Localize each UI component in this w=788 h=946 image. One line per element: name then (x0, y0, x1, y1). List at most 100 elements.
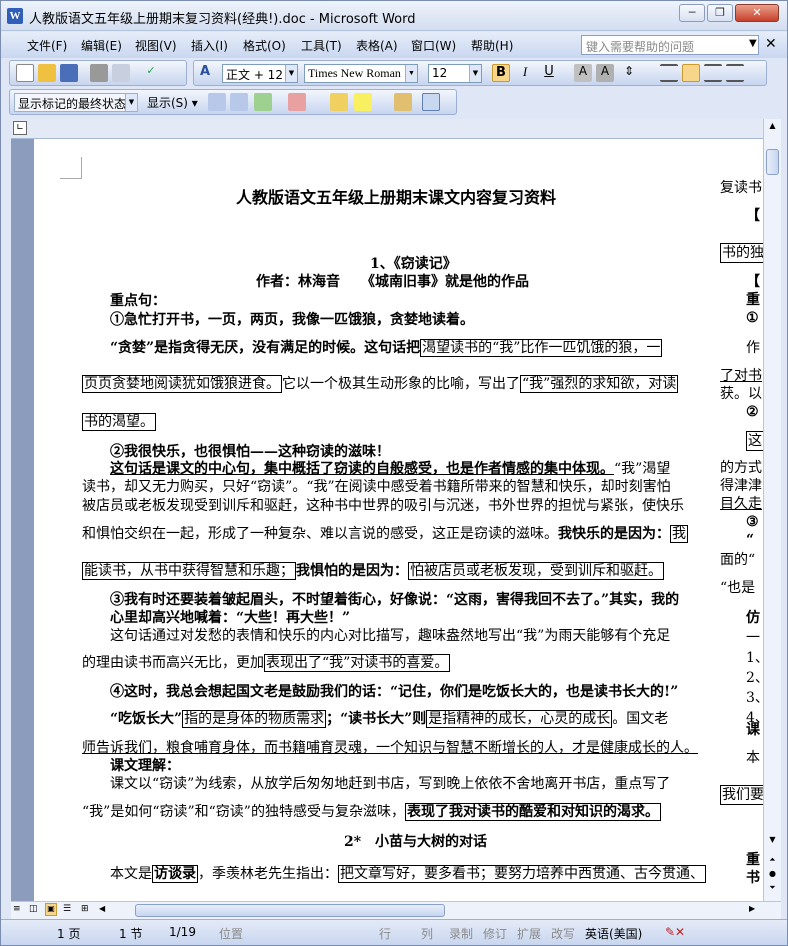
close-button[interactable]: ✕ (735, 4, 779, 22)
margin-corner-mark (60, 157, 82, 179)
underline-button[interactable]: U (540, 64, 558, 82)
show-menu-button[interactable]: 显示(S) ▾ (144, 93, 198, 112)
font-select[interactable]: Times New Roman ▼ (304, 64, 418, 83)
status-track-changes[interactable]: 修订 (483, 925, 507, 942)
para2-line5: 能读书，从书中获得智慧和乐趣； 我惧怕的是因为： 怕被店员或老板发现，受到训斥和驱赶… (82, 562, 664, 580)
key-sentences-label: 重点句： (110, 293, 166, 309)
lesson1-author: 作者：林海音 《城南旧事》就是他的作品 (256, 274, 529, 290)
page2-line: 目久走 (720, 496, 762, 512)
formatting-toolbar: A 正文 + 12 磅 ▼ Times New Roman ▼ 12 ▼ B I U … (193, 60, 767, 86)
horizontal-scrollbar[interactable]: ≡ ◫ ▣ ☰ ⊞ ◀ ▶ (11, 901, 781, 919)
status-line: 行 (379, 927, 392, 941)
chevron-down-icon: ▼ (285, 65, 297, 82)
para1-line1: “贪婪”是指贪得无厌，没有满足的时候。这句话把 渴望读书的“我”比作一匹饥饿的狼，… (110, 339, 663, 357)
page2-line: 复读书 (720, 180, 762, 196)
track-changes-icon[interactable] (394, 93, 412, 111)
char-border-icon[interactable]: A (574, 64, 592, 82)
understanding-label: 课文理解： (110, 758, 180, 774)
spelling-icon[interactable]: ✓ (142, 64, 160, 82)
reject-change-icon[interactable] (288, 93, 306, 111)
page2-line: 重 (746, 292, 760, 308)
key-sentence-1: ①急忙打开书，一页，两页，我像一匹饿狼，贪婪地读着。 (110, 312, 474, 328)
page2-line: 了对书 (720, 368, 762, 384)
menu-table[interactable]: 表格(A) (356, 37, 398, 54)
doc-close-icon[interactable]: ✕ (765, 36, 777, 52)
font-size-select[interactable]: 12 ▼ (428, 64, 482, 83)
para5-boxed: 表现了我对读书的酷爱和对知识的渴求。 (404, 803, 661, 821)
markup-mode-select[interactable]: 显示标记的最终状态 ▼ (14, 93, 138, 112)
menu-edit[interactable]: 编辑(E) (81, 37, 122, 54)
para2-line4: 和惧怕交织在一起，形成了一种复杂、难以言说的感受，这正是窃读的滋味。我快乐的是因… (82, 525, 688, 543)
central-sentence: 这句话是课文的中心句，集中概括了窃读的自般感受，也是作者情感的集中体现。 (110, 461, 614, 477)
align-right-icon[interactable] (704, 64, 722, 82)
web-view-icon[interactable]: ◫ (29, 904, 38, 914)
bold-button[interactable]: B (492, 64, 510, 82)
document-title: 人教版语文五年级上册期末课文内容复习资料 (236, 188, 557, 207)
justify-icon[interactable] (726, 64, 744, 82)
para6-line1: 本文是 访谈录 ，季羡林老先生指出： 把文章写好，要多看书；要努力培养中西贯通、古今贯… (110, 865, 706, 883)
print-preview-icon[interactable] (112, 64, 130, 82)
vertical-scrollbar[interactable]: ▲ ▼ ⏶ ● ⏷ (763, 119, 781, 901)
scroll-down-icon[interactable]: ▼ (765, 835, 780, 851)
para6-boxed: 访谈录 (152, 865, 198, 883)
page2-line: 书的独 (720, 243, 763, 263)
status-overtype[interactable]: 改写 (551, 925, 575, 942)
next-change-icon[interactable] (230, 93, 248, 111)
para2-line1: 这句话是课文的中心句，集中概括了窃读的自般感受，也是作者情感的集中体现。“我”渴… (110, 460, 670, 478)
spelling-status-icon[interactable]: ✎✕ (665, 925, 685, 939)
align-left-icon[interactable] (660, 64, 678, 82)
document-page[interactable]: 人教版语文五年级上册期末课文内容复习资料 1、《窃读记》 作者：林海音 《城南旧… (34, 139, 740, 901)
print-layout-view-icon[interactable]: ▣ (45, 903, 57, 916)
status-language[interactable]: 英语(美国) (585, 925, 642, 942)
insert-comment-icon[interactable] (330, 93, 348, 111)
select-browse-object-icon[interactable]: ● (765, 869, 780, 883)
horizontal-ruler[interactable]: ∟ (11, 119, 771, 139)
menu-format[interactable]: 格式(O) (243, 37, 286, 54)
status-extend[interactable]: 扩展 (517, 925, 541, 942)
vertical-scroll-thumb[interactable] (766, 149, 779, 175)
accept-change-icon[interactable] (254, 93, 272, 111)
minimize-button[interactable]: ─ (679, 4, 705, 22)
char-shading-icon[interactable]: A (596, 64, 614, 82)
scroll-left-icon[interactable]: ◀ (99, 904, 105, 913)
menu-window[interactable]: 窗口(W) (411, 37, 456, 54)
status-record[interactable]: 录制 (449, 925, 473, 942)
style-select[interactable]: 正文 + 12 磅 ▼ (222, 64, 298, 83)
menu-tools[interactable]: 工具(T) (301, 37, 342, 54)
reviewing-toolbar: 显示标记的最终状态 ▼ 显示(S) ▾ (9, 89, 457, 115)
page2-line: 仿 (746, 610, 760, 626)
normal-view-icon[interactable]: ≡ (13, 904, 21, 914)
scroll-right-icon[interactable]: ▶ (749, 904, 755, 913)
styles-pane-icon[interactable]: A (200, 64, 218, 82)
para5-line1: 课文以“窃读”为线索，从放学后匆匆地赶到书店，写到晚上依依不舍地离开书店，重点写… (110, 776, 671, 792)
horizontal-scroll-thumb[interactable] (135, 904, 445, 917)
menu-help[interactable]: 帮助(H) (471, 37, 513, 54)
restore-button[interactable]: ❐ (707, 4, 733, 22)
italic-button[interactable]: I (516, 64, 534, 82)
scroll-up-icon[interactable]: ▲ (765, 121, 780, 137)
help-dropdown-icon[interactable]: ▼ (749, 38, 757, 49)
previous-page-icon[interactable]: ⏶ (765, 855, 780, 869)
outline-view-icon[interactable]: ☰ (63, 904, 71, 914)
tab-selector-icon[interactable]: ∟ (13, 121, 27, 135)
para4-text: 。国文老 (612, 711, 669, 727)
help-search-input[interactable]: 键入需要帮助的问题 (581, 35, 759, 55)
print-icon[interactable] (90, 64, 108, 82)
document-page-2[interactable]: 复读书 【 书的独 【 重 ① 作 了对书 获。以 ② 这 的方式 得津津 目久… (716, 139, 763, 901)
align-center-icon[interactable] (682, 64, 700, 82)
next-page-icon[interactable]: ⏷ (765, 883, 780, 897)
page2-line: 书 (746, 870, 760, 886)
reviewing-pane-icon[interactable] (422, 93, 440, 111)
para2-text: 和惧怕交织在一起，形成了一种复杂、难以言说的感受，这正是窃读的滋味。 (82, 526, 558, 542)
menu-file[interactable]: 文件(F) (27, 37, 67, 54)
save-icon[interactable] (60, 64, 78, 82)
highlight-icon[interactable] (354, 93, 372, 111)
markup-mode-value: 显示标记的最终状态 (18, 97, 127, 111)
reading-view-icon[interactable]: ⊞ (81, 904, 89, 914)
menu-insert[interactable]: 插入(I) (191, 37, 228, 54)
scale-icon[interactable]: ⇕ (620, 64, 638, 82)
open-folder-icon[interactable] (38, 64, 56, 82)
new-document-icon[interactable] (16, 64, 34, 82)
previous-change-icon[interactable] (208, 93, 226, 111)
menu-view[interactable]: 视图(V) (135, 37, 177, 54)
